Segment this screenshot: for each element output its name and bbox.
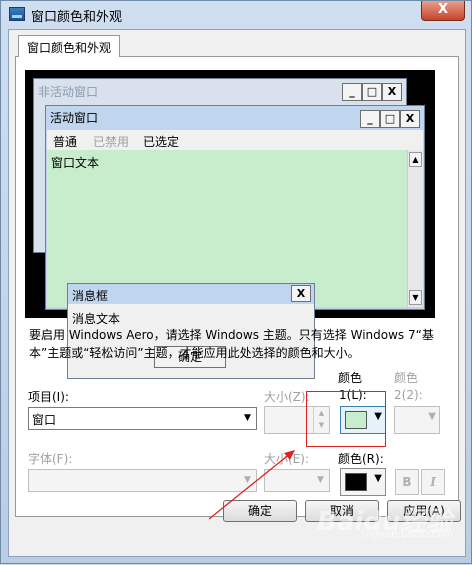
dialog-window: 窗口颜色和外观 X 窗口颜色和外观 非活动窗口 _ □ X 活动窗口 _ □ X xyxy=(0,0,472,564)
annotation-arrow xyxy=(208,450,295,520)
tab-window-color[interactable]: 窗口颜色和外观 xyxy=(18,35,121,57)
